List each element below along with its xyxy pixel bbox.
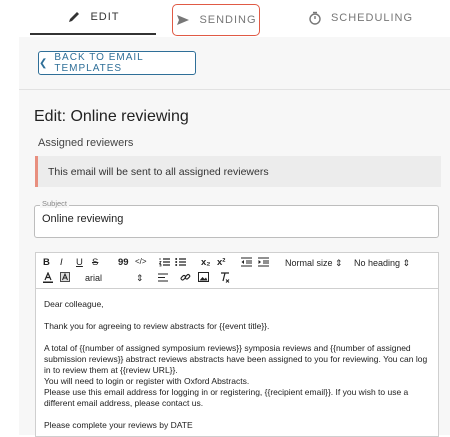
back-button-label: BACK TO EMAIL TEMPLATES	[54, 52, 144, 74]
body-line: Thank you for agreeing to review abstrac…	[44, 321, 270, 331]
updown-icon: ⇕	[335, 258, 343, 268]
body-line	[44, 310, 432, 321]
code-block-button[interactable]: </>	[135, 257, 147, 266]
chevron-left-icon: ❮	[39, 57, 49, 69]
info-alert: This email will be sent to all assigned …	[35, 156, 441, 187]
highlight-color-icon[interactable]	[60, 272, 70, 286]
timer-icon	[307, 10, 323, 26]
subject-label: Subject	[40, 199, 70, 208]
italic-button[interactable]: I	[60, 257, 63, 268]
text-color-icon[interactable]	[43, 271, 53, 286]
updown-icon: ⇕	[402, 258, 411, 268]
strikethrough-button[interactable]: S	[92, 257, 98, 268]
editor-toolbar: B I U S 99 </> x₂ x² Normal size ⇕ No he…	[36, 253, 438, 289]
font-size-select[interactable]: Normal size ⇕	[285, 258, 343, 269]
body-line: You will need to login or register with …	[44, 376, 250, 386]
pencil-icon	[66, 9, 82, 25]
tab-bar: EDIT SENDING SCHEDULING	[0, 0, 450, 36]
tab-scheduling-label: SCHEDULING	[330, 11, 414, 24]
body-line: A total of {{number of assigned symposiu…	[44, 343, 428, 375]
updown-icon[interactable]: ⇕	[136, 273, 144, 284]
heading-value: No heading	[354, 258, 401, 268]
indent-icon[interactable]	[258, 257, 269, 270]
divider	[19, 89, 450, 90]
alert-text: This email will be sent to all assigned …	[48, 165, 269, 178]
underline-button[interactable]: U	[76, 257, 83, 268]
clear-format-icon[interactable]	[220, 272, 230, 286]
bullet-list-icon[interactable]	[175, 257, 186, 270]
editor-body[interactable]: Dear colleague, Thank you for agreeing t…	[44, 299, 432, 431]
ordered-list-icon[interactable]	[158, 257, 170, 270]
font-size-value: Normal size	[285, 258, 333, 268]
superscript-button[interactable]: x²	[217, 257, 225, 268]
blockquote-button[interactable]: 99	[118, 257, 129, 268]
body-line	[44, 409, 432, 420]
tab-edit[interactable]: EDIT	[30, 0, 156, 35]
rich-text-editor: B I U S 99 </> x₂ x² Normal size ⇕ No he…	[35, 252, 439, 437]
tab-scheduling[interactable]: SCHEDULING	[300, 0, 420, 35]
tab-sending[interactable]: SENDING	[172, 4, 260, 36]
image-icon[interactable]	[198, 272, 209, 285]
body-line: Dear colleague,	[44, 299, 104, 309]
body-line: Please complete your reviews by DATE	[44, 420, 193, 430]
tab-sending-label: SENDING	[199, 14, 257, 26]
align-icon[interactable]	[158, 273, 168, 285]
font-family-value[interactable]: arial	[85, 273, 102, 283]
tab-edit-label: EDIT	[90, 10, 120, 23]
section-label: Assigned reviewers	[38, 137, 134, 149]
back-to-templates-button[interactable]: ❮ BACK TO EMAIL TEMPLATES	[38, 51, 196, 75]
page-title: Edit: Online reviewing	[34, 108, 189, 125]
send-icon	[175, 12, 191, 28]
outdent-icon[interactable]	[241, 257, 252, 270]
link-icon[interactable]	[180, 272, 191, 286]
subject-value[interactable]: Online reviewing	[42, 213, 123, 225]
bold-button[interactable]: B	[43, 257, 50, 268]
subscript-button[interactable]: x₂	[201, 257, 211, 268]
heading-select[interactable]: No heading ⇕	[354, 258, 410, 269]
body-line: Please use this email address for loggin…	[44, 387, 409, 408]
body-line	[44, 332, 432, 343]
